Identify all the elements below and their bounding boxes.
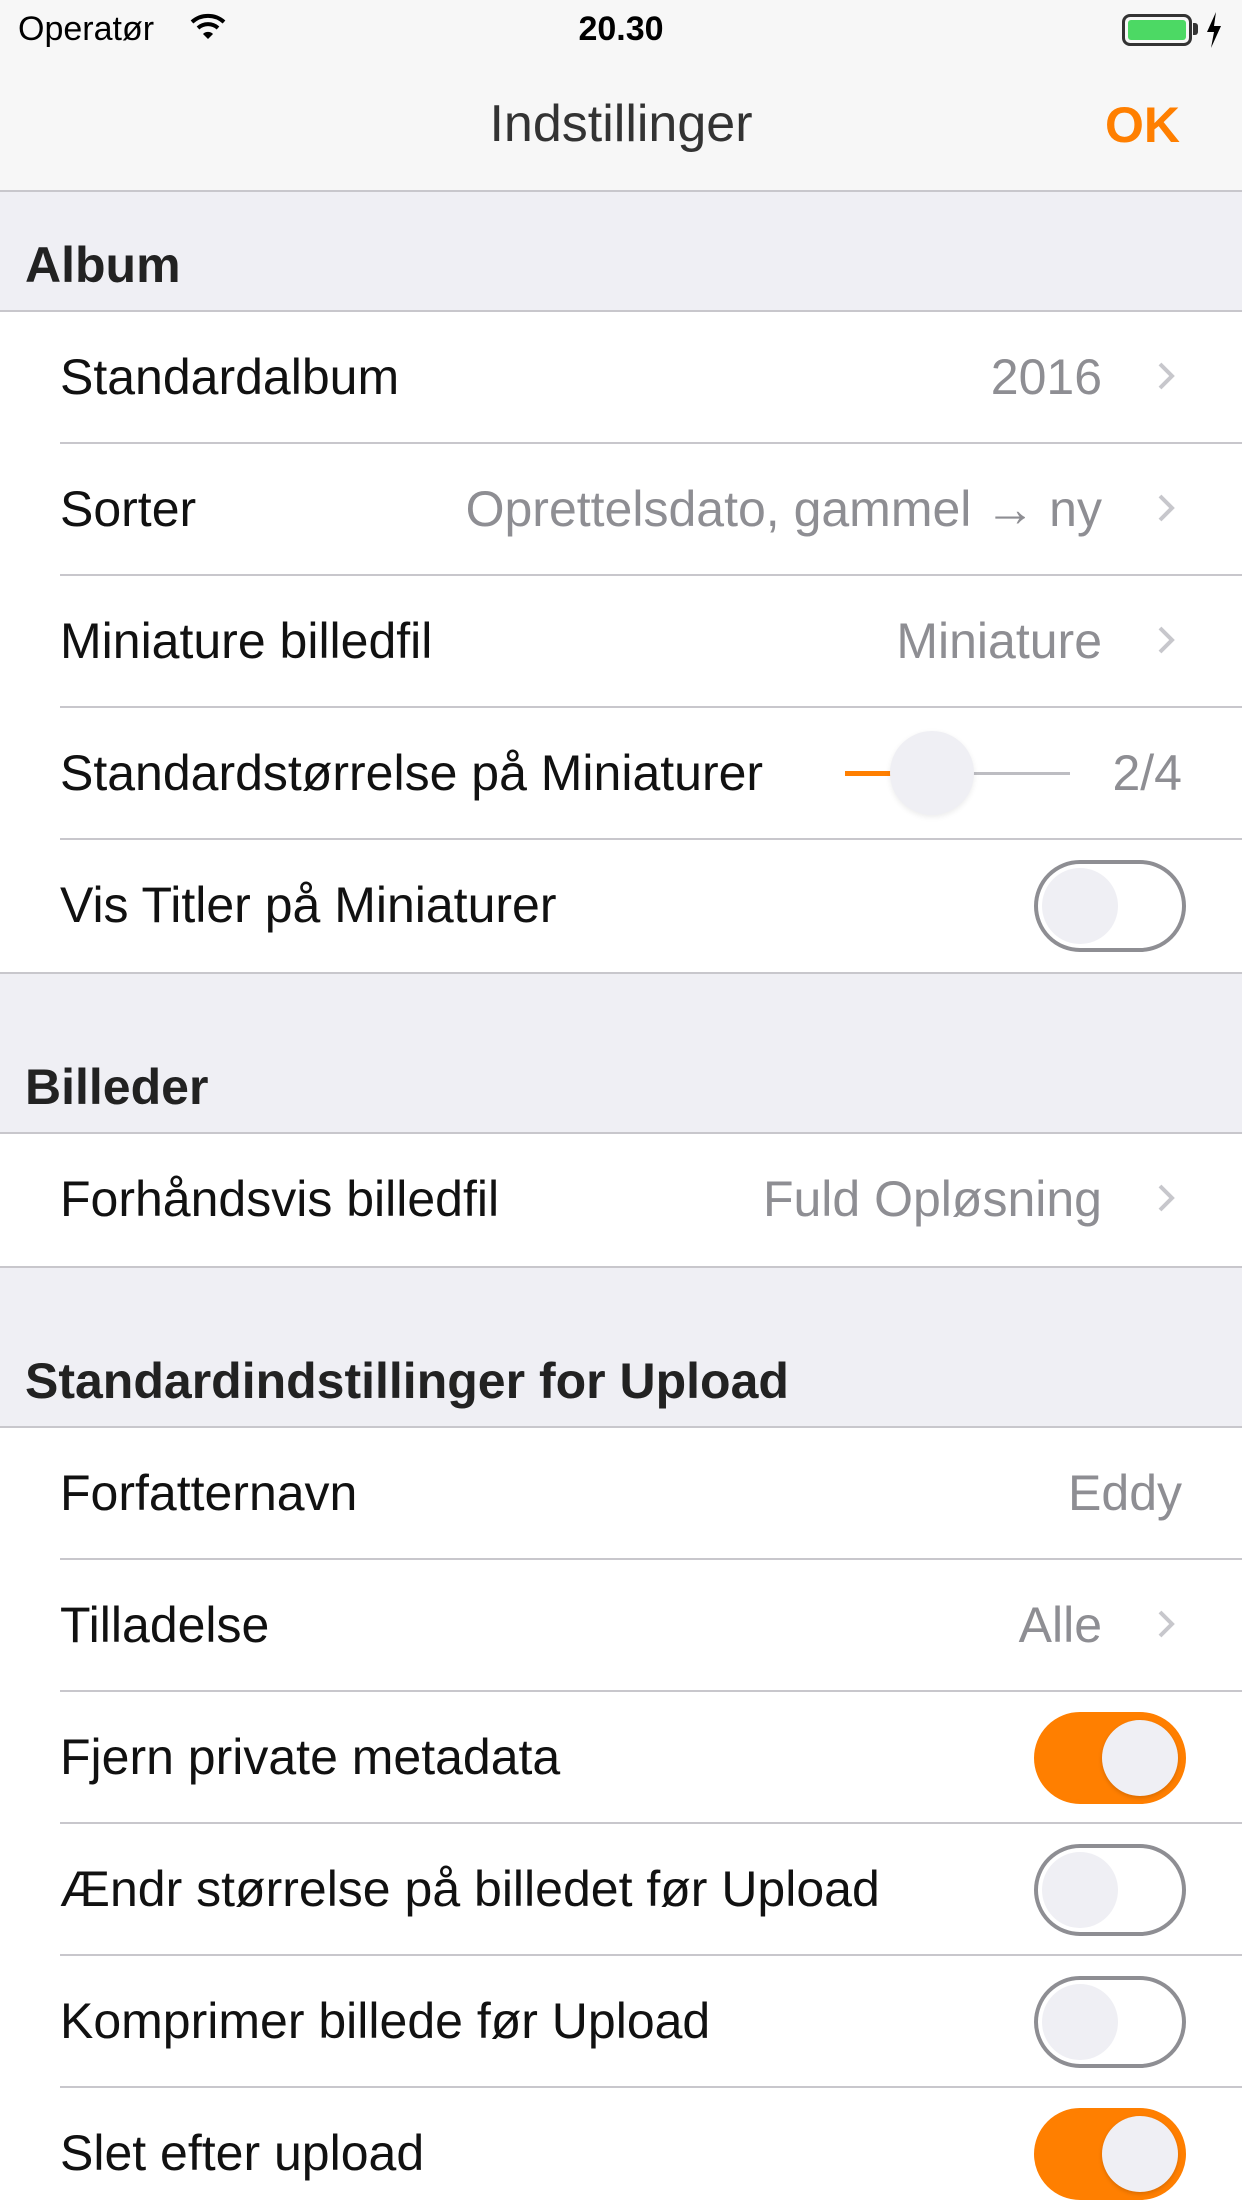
row-permission[interactable]: Tilladelse Alle [60, 1560, 1242, 1692]
album-group: Standardalbum 2016 Sorter Oprettelsdato,… [0, 310, 1242, 974]
toggle-knob [1042, 1852, 1118, 1928]
row-show-titles: Vis Titler på Miniaturer [60, 840, 1242, 972]
row-label: Miniature billedfil [60, 613, 433, 669]
row-label: Standardalbum [60, 349, 400, 405]
row-sorter[interactable]: Sorter Oprettelsdato, gammel → ny [60, 444, 1242, 576]
billeder-group: Forhåndsvis billedfil Fuld Opløsning [0, 1132, 1242, 1268]
row-value: 2016 [990, 349, 1102, 405]
row-preview-file[interactable]: Forhåndsvis billedfil Fuld Opløsning [60, 1134, 1242, 1266]
row-strip-metadata: Fjern private metadata [60, 1692, 1242, 1824]
slider-value: 2/4 [1112, 745, 1182, 801]
row-thumbnail-size: Standardstørrelse på Miniaturer 2/4 [60, 708, 1242, 840]
row-label: Fjern private metadata [60, 1729, 561, 1785]
toggle-knob [1042, 1984, 1118, 2060]
row-value: Fuld Opløsning [762, 1171, 1102, 1227]
section-header-upload: Standardindstillinger for Upload [25, 1353, 789, 1409]
row-value: Miniature [896, 613, 1102, 669]
row-label: Vis Titler på Miniaturer [60, 877, 557, 933]
battery-icon [1122, 14, 1192, 46]
chevron-right-icon [1158, 1610, 1175, 1638]
row-label: Komprimer billede før Upload [60, 1993, 711, 2049]
upload-group: Forfatternavn Eddy Tilladelse Alle Fjern… [0, 1426, 1242, 2208]
toggle-knob [1102, 2116, 1178, 2192]
ok-button[interactable]: OK [1105, 96, 1180, 154]
status-bar: Operatør 20.30 [0, 0, 1242, 60]
slider-track-filled [845, 771, 895, 776]
chevron-right-icon [1158, 362, 1175, 390]
chevron-right-icon [1158, 494, 1175, 522]
row-standardalbum[interactable]: Standardalbum 2016 [60, 312, 1242, 444]
row-compress: Komprimer billede før Upload [60, 1956, 1242, 2088]
page-title: Indstillinger [489, 95, 753, 153]
battery-cap [1193, 23, 1198, 35]
row-value: Alle [1018, 1597, 1102, 1653]
row-label: Slet efter upload [60, 2125, 425, 2181]
show-titles-toggle[interactable] [1034, 860, 1186, 952]
thumbnail-size-slider[interactable] [845, 708, 1140, 838]
compress-toggle[interactable] [1034, 1976, 1186, 2068]
row-value: Oprettelsdato, gammel → ny [465, 481, 1102, 537]
chevron-right-icon [1158, 626, 1175, 654]
delete-after-upload-toggle[interactable] [1034, 2108, 1186, 2200]
chevron-right-icon [1158, 1184, 1175, 1212]
resize-toggle[interactable] [1034, 1844, 1186, 1936]
row-delete-after-upload: Slet efter upload [60, 2088, 1242, 2208]
row-label: Ændr størrelse på billedet før Upload [60, 1861, 880, 1917]
row-miniature[interactable]: Miniature billedfil Miniature [60, 576, 1242, 708]
section-header-album: Album [25, 237, 181, 293]
slider-knob[interactable] [890, 731, 974, 815]
status-time: 20.30 [578, 10, 664, 48]
row-label: Forfatternavn [60, 1465, 358, 1521]
row-label: Standardstørrelse på Miniaturer [60, 745, 764, 801]
row-resize: Ændr størrelse på billedet før Upload [60, 1824, 1242, 1956]
row-label: Sorter [60, 481, 197, 537]
author-value[interactable]: Eddy [1068, 1428, 1182, 1558]
row-author[interactable]: Forfatternavn Eddy [60, 1428, 1242, 1560]
toggle-knob [1102, 1720, 1178, 1796]
navigation-bar: Indstillinger OK [0, 60, 1242, 192]
strip-metadata-toggle[interactable] [1034, 1712, 1186, 1804]
charging-bolt-icon [1205, 10, 1223, 55]
row-label: Tilladelse [60, 1597, 270, 1653]
row-label: Forhåndsvis billedfil [60, 1171, 500, 1227]
section-header-billeder: Billeder [25, 1059, 209, 1115]
toggle-knob [1042, 868, 1118, 944]
